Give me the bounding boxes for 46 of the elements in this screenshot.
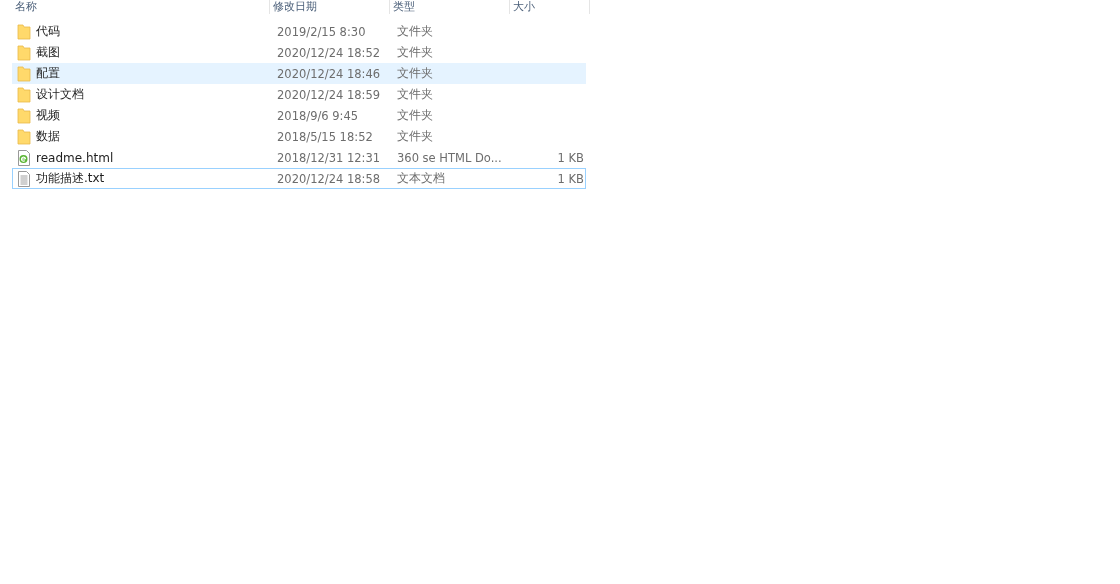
- file-row[interactable]: readme.html 2018/12/31 12:31 360 se HTML Do... 1 KB: [12, 147, 586, 168]
- folder-icon: [17, 86, 31, 103]
- web-file-icon: [17, 149, 31, 166]
- modified-date: 2020/12/24 18:52: [276, 45, 382, 60]
- file-type: 文件夹: [396, 87, 434, 102]
- folder-icon: [17, 44, 31, 61]
- modified-date: 2018/5/15 18:52: [276, 129, 374, 144]
- column-header[interactable]: 修改日期: [270, 0, 390, 14]
- file-type: 文件夹: [396, 24, 434, 39]
- file-name: readme.html: [36, 150, 114, 165]
- file-size: 1 KB: [556, 150, 585, 165]
- file-row[interactable]: 数据 2018/5/15 18:52 文件夹: [12, 126, 586, 147]
- file-row[interactable]: 功能描述.txt 2020/12/24 18:58 文本文档 1 KB: [12, 168, 586, 189]
- modified-date: 2020/12/24 18:58: [276, 171, 382, 186]
- file-type: 文件夹: [396, 108, 434, 123]
- column-header[interactable]: 类型: [390, 0, 510, 14]
- file-name: 设计文档: [36, 86, 84, 103]
- file-type: 文本文档: [396, 171, 446, 186]
- text-file-icon: [17, 170, 31, 187]
- modified-date: 2018/12/31 12:31: [276, 150, 382, 165]
- file-type: 文件夹: [396, 45, 434, 60]
- file-row[interactable]: 代码 2019/2/15 8:30 文件夹: [12, 21, 586, 42]
- file-name: 代码: [36, 23, 60, 40]
- folder-icon: [17, 107, 31, 124]
- file-row[interactable]: 截图 2020/12/24 18:52 文件夹: [12, 42, 586, 63]
- file-type: 文件夹: [396, 66, 434, 81]
- file-row[interactable]: 视频 2018/9/6 9:45 文件夹: [12, 105, 586, 126]
- folder-icon: [17, 65, 31, 82]
- column-header[interactable]: 大小: [510, 0, 590, 14]
- modified-date: 2020/12/24 18:46: [276, 66, 382, 81]
- file-name: 截图: [36, 44, 60, 61]
- modified-date: 2018/9/6 9:45: [276, 108, 360, 123]
- modified-date: 2020/12/24 18:59: [276, 87, 382, 102]
- file-type: 360 se HTML Do...: [396, 150, 503, 165]
- file-name: 视频: [36, 107, 60, 124]
- file-row[interactable]: 配置 2020/12/24 18:46 文件夹: [12, 63, 586, 84]
- file-size: 1 KB: [556, 171, 585, 186]
- file-name: 功能描述.txt: [36, 170, 105, 187]
- column-header[interactable]: 名称: [12, 0, 270, 14]
- folder-icon: [17, 128, 31, 145]
- file-name: 配置: [36, 65, 60, 82]
- file-type: 文件夹: [396, 129, 434, 144]
- file-row[interactable]: 设计文档 2020/12/24 18:59 文件夹: [12, 84, 586, 105]
- file-name: 数据: [36, 128, 60, 145]
- modified-date: 2019/2/15 8:30: [276, 24, 367, 39]
- folder-icon: [17, 23, 31, 40]
